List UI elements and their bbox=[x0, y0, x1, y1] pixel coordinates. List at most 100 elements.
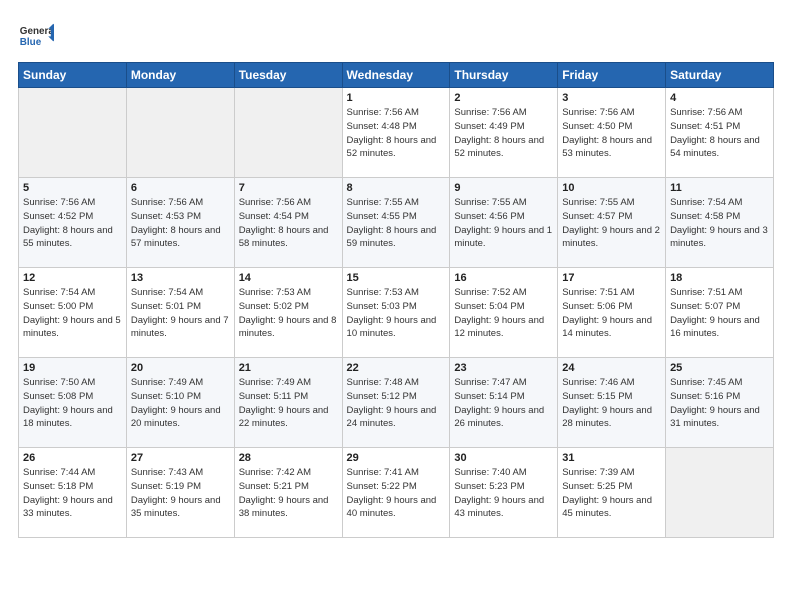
svg-text:General: General bbox=[20, 26, 54, 37]
day-info: Sunrise: 7:45 AM Sunset: 5:16 PM Dayligh… bbox=[670, 376, 769, 431]
day-number: 17 bbox=[562, 272, 661, 284]
day-info: Sunrise: 7:56 AM Sunset: 4:51 PM Dayligh… bbox=[670, 106, 769, 161]
day-number: 21 bbox=[239, 362, 338, 374]
day-number: 4 bbox=[670, 92, 769, 104]
day-number: 7 bbox=[239, 182, 338, 194]
empty-cell bbox=[19, 88, 127, 178]
day-info: Sunrise: 7:53 AM Sunset: 5:03 PM Dayligh… bbox=[347, 286, 446, 341]
day-cell-24: 24Sunrise: 7:46 AM Sunset: 5:15 PM Dayli… bbox=[558, 358, 666, 448]
day-cell-31: 31 Sunrise: 7:39 AM Sunset: 5:25 PM Dayli… bbox=[558, 448, 666, 538]
day-number: 24 bbox=[562, 362, 661, 374]
day-cell-18: 18 Sunrise: 7:51 AM Sunset: 5:07 PM Dayli… bbox=[666, 268, 774, 358]
day-info: Sunrise: 7:56 AM Sunset: 4:48 PM Dayligh… bbox=[347, 106, 446, 161]
day-number: 14 bbox=[239, 272, 338, 284]
day-info: Sunrise: 7:49 AM Sunset: 5:11 PM Dayligh… bbox=[239, 376, 338, 431]
empty-cell bbox=[234, 88, 342, 178]
day-info: Sunrise: 7:42 AM Sunset: 5:21 PM Dayligh… bbox=[239, 466, 338, 521]
day-number: 29 bbox=[347, 452, 446, 464]
day-info: Sunrise: 7:51 AM Sunset: 5:06 PM Dayligh… bbox=[562, 286, 661, 341]
day-number: 23 bbox=[454, 362, 553, 374]
day-info: Sunrise: 7:49 AM Sunset: 5:10 PM Dayligh… bbox=[131, 376, 230, 431]
day-number: 12 bbox=[23, 272, 122, 284]
day-number: 1 bbox=[347, 92, 446, 104]
day-number: 30 bbox=[454, 452, 553, 464]
page: General Blue SundayMondayTuesdayWednesda… bbox=[0, 0, 792, 556]
week-row-1: 1 Sunrise: 7:56 AM Sunset: 4:48 PM Daylig… bbox=[19, 88, 774, 178]
day-info: Sunrise: 7:47 AM Sunset: 5:14 PM Dayligh… bbox=[454, 376, 553, 431]
day-info: Sunrise: 7:50 AM Sunset: 5:08 PM Dayligh… bbox=[23, 376, 122, 431]
day-info: Sunrise: 7:39 AM Sunset: 5:25 PM Dayligh… bbox=[562, 466, 661, 521]
day-cell-25: 25 Sunrise: 7:45 AM Sunset: 5:16 PM Dayli… bbox=[666, 358, 774, 448]
empty-cell bbox=[126, 88, 234, 178]
day-number: 15 bbox=[347, 272, 446, 284]
svg-text:Blue: Blue bbox=[20, 37, 42, 48]
day-cell-2: 2Sunrise: 7:56 AM Sunset: 4:49 PM Daylig… bbox=[450, 88, 558, 178]
day-cell-9: 9 Sunrise: 7:55 AM Sunset: 4:56 PM Daylig… bbox=[450, 178, 558, 268]
weekday-friday: Friday bbox=[558, 63, 666, 88]
day-info: Sunrise: 7:56 AM Sunset: 4:54 PM Dayligh… bbox=[239, 196, 338, 251]
day-number: 27 bbox=[131, 452, 230, 464]
day-number: 10 bbox=[562, 182, 661, 194]
day-cell-16: 16Sunrise: 7:52 AM Sunset: 5:04 PM Dayli… bbox=[450, 268, 558, 358]
calendar-table: SundayMondayTuesdayWednesdayThursdayFrid… bbox=[18, 62, 774, 538]
day-cell-30: 30 Sunrise: 7:40 AM Sunset: 5:23 PM Dayli… bbox=[450, 448, 558, 538]
empty-cell bbox=[666, 448, 774, 538]
day-number: 9 bbox=[454, 182, 553, 194]
day-info: Sunrise: 7:44 AM Sunset: 5:18 PM Dayligh… bbox=[23, 466, 122, 521]
day-cell-17: 17 Sunrise: 7:51 AM Sunset: 5:06 PM Dayli… bbox=[558, 268, 666, 358]
day-info: Sunrise: 7:43 AM Sunset: 5:19 PM Dayligh… bbox=[131, 466, 230, 521]
header: General Blue bbox=[18, 18, 774, 54]
day-number: 8 bbox=[347, 182, 446, 194]
weekday-header-row: SundayMondayTuesdayWednesdayThursdayFrid… bbox=[19, 63, 774, 88]
day-cell-27: 27 Sunrise: 7:43 AM Sunset: 5:19 PM Dayli… bbox=[126, 448, 234, 538]
day-cell-15: 15 Sunrise: 7:53 AM Sunset: 5:03 PM Dayli… bbox=[342, 268, 450, 358]
day-cell-4: 4 Sunrise: 7:56 AM Sunset: 4:51 PM Daylig… bbox=[666, 88, 774, 178]
day-number: 11 bbox=[670, 182, 769, 194]
day-number: 19 bbox=[23, 362, 122, 374]
day-cell-1: 1 Sunrise: 7:56 AM Sunset: 4:48 PM Daylig… bbox=[342, 88, 450, 178]
day-cell-7: 7 Sunrise: 7:56 AM Sunset: 4:54 PM Daylig… bbox=[234, 178, 342, 268]
day-number: 3 bbox=[562, 92, 661, 104]
logo-icon: General Blue bbox=[18, 18, 54, 54]
day-cell-21: 21 Sunrise: 7:49 AM Sunset: 5:11 PM Dayli… bbox=[234, 358, 342, 448]
day-cell-14: 14 Sunrise: 7:53 AM Sunset: 5:02 PM Dayli… bbox=[234, 268, 342, 358]
week-row-5: 26 Sunrise: 7:44 AM Sunset: 5:18 PM Dayli… bbox=[19, 448, 774, 538]
day-cell-12: 12 Sunrise: 7:54 AM Sunset: 5:00 PM Dayli… bbox=[19, 268, 127, 358]
day-info: Sunrise: 7:54 AM Sunset: 5:01 PM Dayligh… bbox=[131, 286, 230, 341]
weekday-tuesday: Tuesday bbox=[234, 63, 342, 88]
weekday-monday: Monday bbox=[126, 63, 234, 88]
day-number: 25 bbox=[670, 362, 769, 374]
day-number: 26 bbox=[23, 452, 122, 464]
week-row-4: 19 Sunrise: 7:50 AM Sunset: 5:08 PM Dayli… bbox=[19, 358, 774, 448]
day-cell-29: 29Sunrise: 7:41 AM Sunset: 5:22 PM Dayli… bbox=[342, 448, 450, 538]
day-number: 16 bbox=[454, 272, 553, 284]
day-info: Sunrise: 7:55 AM Sunset: 4:55 PM Dayligh… bbox=[347, 196, 446, 251]
day-info: Sunrise: 7:51 AM Sunset: 5:07 PM Dayligh… bbox=[670, 286, 769, 341]
day-cell-26: 26 Sunrise: 7:44 AM Sunset: 5:18 PM Dayli… bbox=[19, 448, 127, 538]
day-number: 6 bbox=[131, 182, 230, 194]
day-number: 5 bbox=[23, 182, 122, 194]
day-info: Sunrise: 7:53 AM Sunset: 5:02 PM Dayligh… bbox=[239, 286, 338, 341]
day-info: Sunrise: 7:55 AM Sunset: 4:56 PM Dayligh… bbox=[454, 196, 553, 251]
day-info: Sunrise: 7:56 AM Sunset: 4:49 PM Dayligh… bbox=[454, 106, 553, 161]
day-cell-3: 3 Sunrise: 7:56 AM Sunset: 4:50 PM Daylig… bbox=[558, 88, 666, 178]
day-cell-22: 22Sunrise: 7:48 AM Sunset: 5:12 PM Dayli… bbox=[342, 358, 450, 448]
day-info: Sunrise: 7:54 AM Sunset: 4:58 PM Dayligh… bbox=[670, 196, 769, 251]
day-info: Sunrise: 7:40 AM Sunset: 5:23 PM Dayligh… bbox=[454, 466, 553, 521]
day-cell-20: 20 Sunrise: 7:49 AM Sunset: 5:10 PM Dayli… bbox=[126, 358, 234, 448]
day-cell-6: 6 Sunrise: 7:56 AM Sunset: 4:53 PM Daylig… bbox=[126, 178, 234, 268]
logo: General Blue bbox=[18, 18, 58, 54]
day-cell-28: 28Sunrise: 7:42 AM Sunset: 5:21 PM Dayli… bbox=[234, 448, 342, 538]
day-info: Sunrise: 7:56 AM Sunset: 4:50 PM Dayligh… bbox=[562, 106, 661, 161]
day-number: 31 bbox=[562, 452, 661, 464]
day-info: Sunrise: 7:56 AM Sunset: 4:53 PM Dayligh… bbox=[131, 196, 230, 251]
day-cell-19: 19 Sunrise: 7:50 AM Sunset: 5:08 PM Dayli… bbox=[19, 358, 127, 448]
day-number: 20 bbox=[131, 362, 230, 374]
day-info: Sunrise: 7:54 AM Sunset: 5:00 PM Dayligh… bbox=[23, 286, 122, 341]
day-number: 18 bbox=[670, 272, 769, 284]
day-number: 13 bbox=[131, 272, 230, 284]
day-info: Sunrise: 7:56 AM Sunset: 4:52 PM Dayligh… bbox=[23, 196, 122, 251]
week-row-3: 12 Sunrise: 7:54 AM Sunset: 5:00 PM Dayli… bbox=[19, 268, 774, 358]
day-cell-5: 5 Sunrise: 7:56 AM Sunset: 4:52 PM Daylig… bbox=[19, 178, 127, 268]
day-cell-10: 10Sunrise: 7:55 AM Sunset: 4:57 PM Dayli… bbox=[558, 178, 666, 268]
